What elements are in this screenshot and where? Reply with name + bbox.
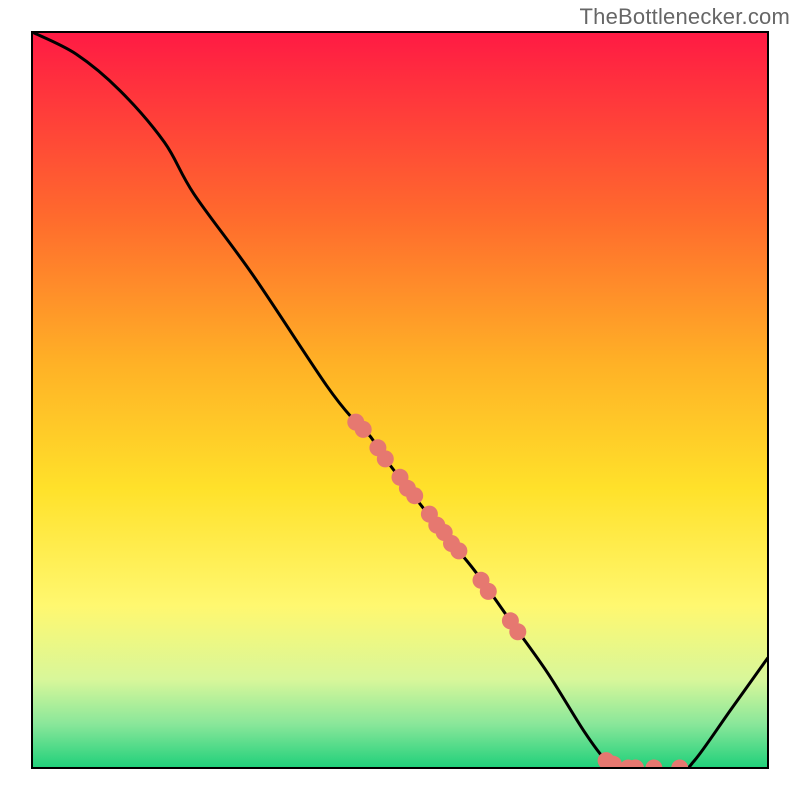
data-point xyxy=(605,756,622,773)
data-point xyxy=(406,487,423,504)
watermark-text: TheBottlenecker.com xyxy=(580,4,790,30)
data-point xyxy=(355,421,372,438)
data-point xyxy=(509,623,526,640)
chart-frame: TheBottlenecker.com xyxy=(0,0,800,800)
data-point xyxy=(450,542,467,559)
data-point xyxy=(480,583,497,600)
data-point xyxy=(377,450,394,467)
bottleneck-chart xyxy=(0,0,800,800)
